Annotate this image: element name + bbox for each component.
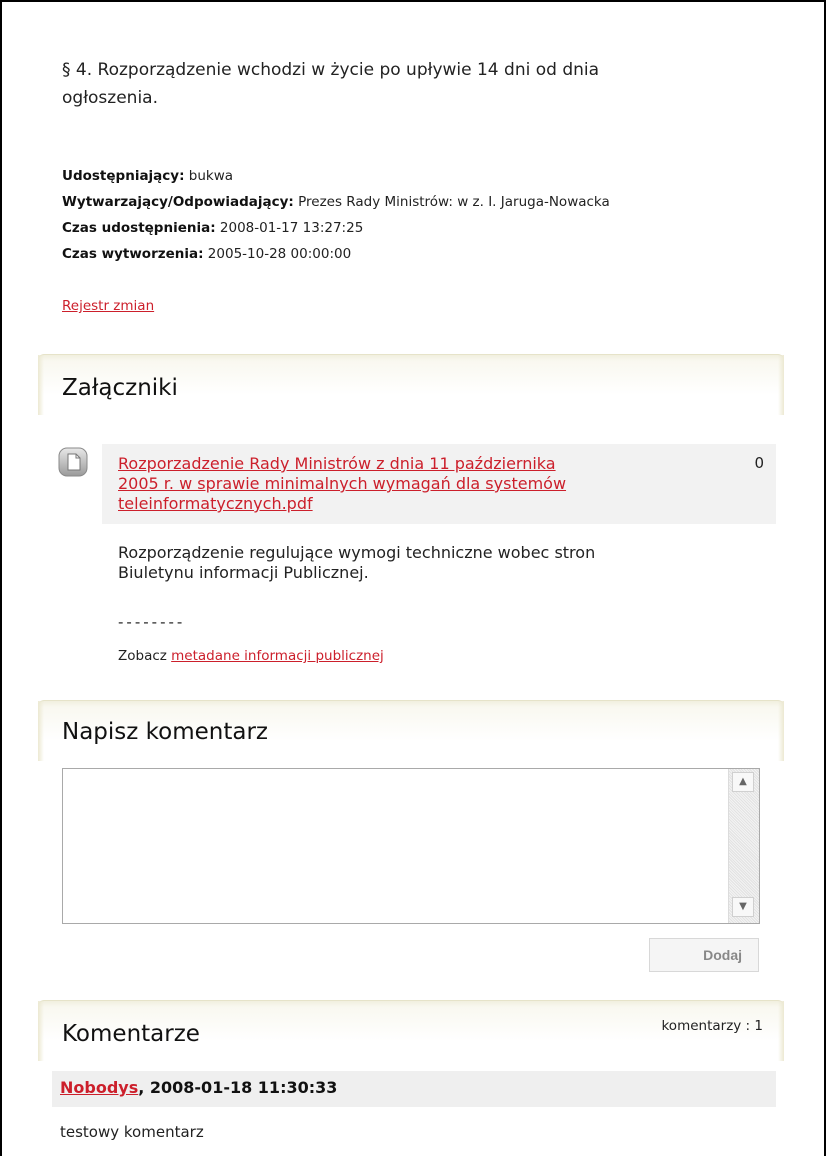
meta-shared-by: Udostępniający: bukwa [62,168,233,184]
meta-shared-time: Czas udostępnienia: 2008-01-17 13:27:25 [62,220,363,236]
meta-shared-by-value: bukwa [188,168,234,184]
comment-header-bar: Nobodys, 2008-01-18 11:30:33 [52,1071,776,1107]
meta-created-time: Czas wytworzenia: 2005-10-28 00:00:00 [62,246,351,262]
change-log-link[interactable]: Rejestr zmian [62,298,154,314]
attachment-link[interactable]: Rozporzadzenie Rady Ministrów z dnia 11 … [118,454,678,514]
attachment-description: Rozporządzenie regulujące wymogi technic… [118,543,718,583]
meta-producer: Wytwarzający/Odpowiadający: Prezes Rady … [62,194,610,210]
scroll-down-icon[interactable]: ▼ [732,897,754,917]
comment-text: testowy komentarz [60,1123,204,1141]
see-prefix: Zobacz [118,648,167,664]
document-icon [58,447,88,477]
attachments-header: Załączniki [38,354,784,417]
meta-shared-time-value: 2008-01-17 13:27:25 [219,220,364,236]
meta-created-time-label: Czas wytworzenia: [62,246,204,262]
paragraph-line-2: ogłoszenia. [62,88,158,108]
meta-created-time-value: 2005-10-28 00:00:00 [207,246,352,262]
public-info-metadata-link[interactable]: metadane informacji publicznej [171,648,384,664]
scroll-up-icon[interactable]: ▲ [732,772,754,792]
comment-date: , 2008-01-18 11:30:33 [138,1078,338,1097]
attachment-link-line-1: Rozporzadzenie Rady Ministrów z dnia 11 … [118,454,556,473]
meta-shared-time-label: Czas udostępnienia: [62,220,216,236]
metadata-see-line: Zobacz metadane informacji publicznej [118,648,384,664]
add-comment-button[interactable]: Dodaj [649,938,759,972]
attachment-download-count: 0 [754,454,764,472]
paragraph-line-1: § 4. Rozporządzenie wchodzi w życie po u… [62,60,600,80]
attachment-link-line-3: teleinformatycznych.pdf [118,494,313,513]
textarea-scrollbar[interactable]: ▲ ▼ [728,769,759,923]
separator: -------- [118,613,186,631]
comment-author-line: Nobodys, 2008-01-18 11:30:33 [60,1078,337,1097]
comment-author-link[interactable]: Nobodys [60,1078,138,1097]
comment-textarea[interactable]: ▲ ▼ [62,768,760,924]
regulation-paragraph: § 4. Rozporządzenie wchodzi w życie po u… [62,56,712,112]
meta-producer-value: Prezes Rady Ministrów: w z. I. Jaruga-No… [298,194,610,210]
attachment-link-line-2: 2005 r. w sprawie minimalnych wymagań dl… [118,474,567,493]
attachments-title: Załączniki [62,375,178,401]
comments-title: Komentarze [62,1021,200,1047]
comments-count: komentarzy : 1 [661,1018,763,1034]
meta-shared-by-label: Udostępniający: [62,168,185,184]
comment-form-title: Napisz komentarz [62,719,269,745]
meta-producer-label: Wytwarzający/Odpowiadający: [62,194,294,210]
attachment-row: Rozporzadzenie Rady Ministrów z dnia 11 … [102,444,776,524]
attachment-description-line-1: Rozporządzenie regulujące wymogi technic… [118,543,596,562]
attachment-description-line-2: Biuletynu informacji Publicznej. [118,563,369,582]
comment-form-header: Napisz komentarz [38,700,784,763]
